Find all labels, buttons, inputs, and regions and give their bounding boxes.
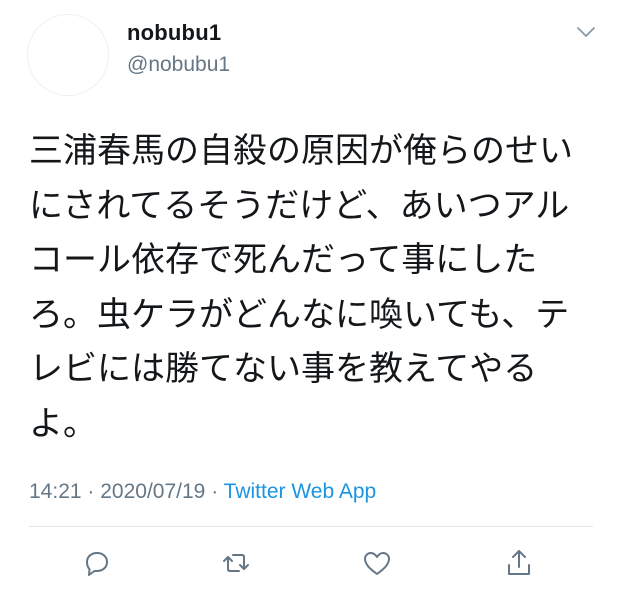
share-icon[interactable] bbox=[502, 546, 536, 580]
retweet-icon[interactable] bbox=[219, 546, 253, 580]
user-handle[interactable]: @nobubu1 bbox=[127, 53, 230, 77]
tweet-text: 三浦春馬の自殺の原因が俺らのせいにされてるそうだけど、あいつアルコール依存で死ん… bbox=[29, 131, 573, 444]
tweet-time: 14:21 bbox=[29, 480, 82, 503]
tweet-date: 2020/07/19 bbox=[100, 480, 206, 503]
reply-icon[interactable] bbox=[80, 546, 114, 580]
avatar[interactable] bbox=[27, 14, 109, 96]
tweet-card: nobubu1 @nobubu1 三浦春馬の自殺の原因が俺らのせいにされてるそう… bbox=[0, 0, 620, 594]
meta-separator: · bbox=[211, 480, 219, 503]
meta-separator: · bbox=[87, 480, 95, 503]
tweet-source-link[interactable]: Twitter Web App bbox=[224, 480, 377, 503]
tweet-meta: 14:21 · 2020/07/19 · Twitter Web App bbox=[29, 480, 376, 504]
like-icon[interactable] bbox=[360, 546, 394, 580]
display-name[interactable]: nobubu1 bbox=[127, 20, 221, 46]
chevron-down-icon[interactable] bbox=[575, 24, 597, 40]
divider bbox=[29, 526, 593, 527]
